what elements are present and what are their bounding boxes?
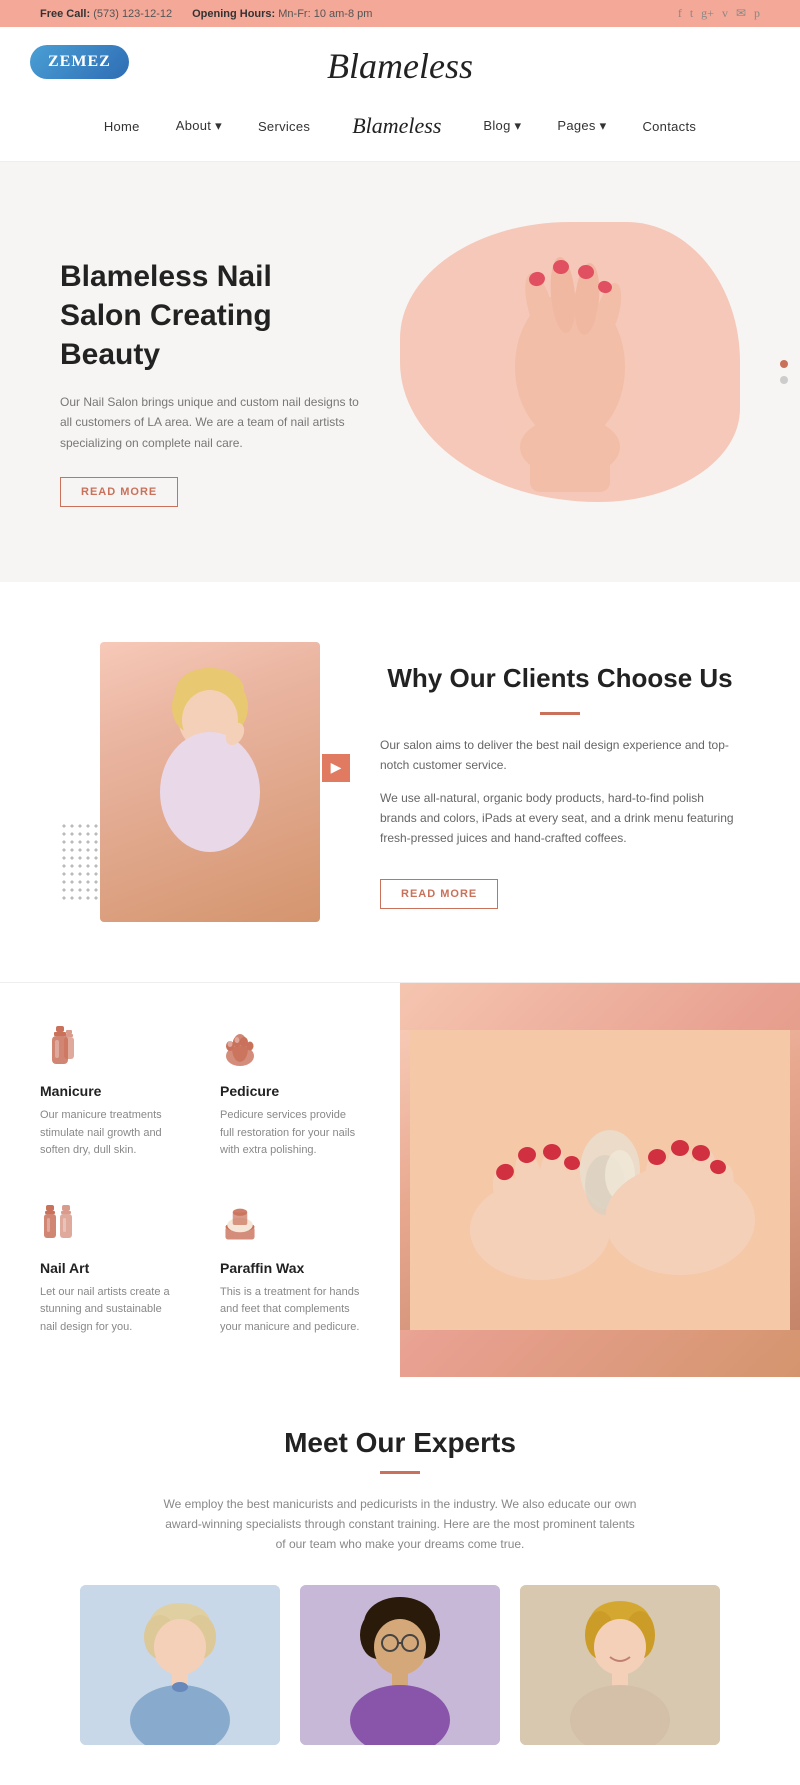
pinterest-icon[interactable]: p: [754, 6, 760, 21]
expert-avatar-3: [520, 1585, 720, 1745]
pedicure-title: Pedicure: [220, 1083, 360, 1099]
experts-title: Meet Our Experts: [60, 1427, 740, 1459]
hand-illustration: [430, 247, 710, 507]
slide-dot-1[interactable]: [780, 360, 788, 368]
service-pedicure: Pedicure Pedicure services provide full …: [210, 1013, 370, 1170]
why-text-block: Why Our Clients Choose Us Our salon aims…: [380, 642, 740, 909]
experts-grid: [60, 1585, 740, 1755]
top-bar-contact-info: Free Call: (573) 123-12-12 Opening Hours…: [40, 8, 372, 20]
envelope-icon[interactable]: ✉: [736, 6, 746, 21]
social-icons: f t g+ v ✉ p: [678, 6, 760, 21]
nail-art-icon: [40, 1200, 80, 1250]
manicure-icon: [40, 1023, 80, 1073]
facebook-icon[interactable]: f: [678, 6, 682, 21]
manicure-description: Our manicure treatments stimulate nail g…: [40, 1107, 180, 1160]
why-paragraph-1: Our salon aims to deliver the best nail …: [380, 735, 740, 776]
pedicure-description: Pedicure services provide full restorati…: [220, 1107, 360, 1160]
hero-description: Our Nail Salon brings unique and custom …: [60, 392, 360, 453]
nav-contacts[interactable]: Contacts: [624, 111, 714, 142]
paraffin-title: Paraffin Wax: [220, 1260, 360, 1276]
paraffin-description: This is a treatment for hands and feet t…: [220, 1284, 360, 1337]
expert-avatar-2: [300, 1585, 500, 1745]
nail-art-description: Let our nail artists create a stunning a…: [40, 1284, 180, 1337]
why-photo: [100, 642, 320, 922]
why-arrow-button[interactable]: ▶: [322, 754, 350, 782]
main-nav: Home About ▾ Services Blameless Blog ▾ P…: [0, 95, 800, 162]
expert-card-2: [300, 1585, 500, 1755]
why-person-image: [100, 642, 320, 922]
hero-section: Blameless Nail Salon Creating Beauty Our…: [0, 162, 800, 582]
why-image-block: ▶: [60, 642, 340, 922]
nav-services[interactable]: Services: [240, 111, 328, 142]
services-section: Manicure Our manicure treatments stimula…: [0, 982, 800, 1377]
why-divider: [540, 712, 580, 715]
service-manicure: Manicure Our manicure treatments stimula…: [30, 1013, 190, 1170]
experts-subtitle: We employ the best manicurists and pedic…: [160, 1494, 640, 1555]
hero-image-block: [360, 222, 740, 542]
hero-hand: [410, 232, 730, 522]
opening-hours-value: Mn-Fr: 10 am-8 pm: [278, 8, 372, 20]
service-nail-art: Nail Art Let our nail artists create a s…: [30, 1190, 190, 1347]
nav-logo[interactable]: Blameless: [328, 105, 465, 147]
hero-cta-button[interactable]: READ MORE: [60, 477, 178, 507]
top-bar: Free Call: (573) 123-12-12 Opening Hours…: [0, 0, 800, 27]
slide-dots: [780, 360, 788, 384]
google-plus-icon[interactable]: g+: [701, 6, 714, 21]
nav-blog[interactable]: Blog ▾: [465, 110, 539, 142]
pedicure-icon: [220, 1023, 260, 1073]
nav-about[interactable]: About ▾: [158, 110, 240, 142]
hero-title: Blameless Nail Salon Creating Beauty: [60, 257, 360, 374]
zemez-text: ZEMEZ: [48, 53, 111, 70]
free-call: Free Call: (573) 123-12-12: [40, 8, 172, 20]
vimeo-icon[interactable]: v: [722, 6, 728, 21]
services-grid: Manicure Our manicure treatments stimula…: [0, 983, 400, 1377]
service-paraffin: Paraffin Wax This is a treatment for han…: [210, 1190, 370, 1347]
manicure-title: Manicure: [40, 1083, 180, 1099]
slide-dot-2[interactable]: [780, 376, 788, 384]
nav-pages[interactable]: Pages ▾: [539, 110, 624, 142]
free-call-number: (573) 123-12-12: [93, 8, 172, 20]
opening-hours: Opening Hours: Mn-Fr: 10 am-8 pm: [192, 8, 372, 20]
twitter-icon[interactable]: t: [690, 6, 693, 21]
zemez-badge[interactable]: ZEMEZ: [30, 45, 129, 79]
nav-home[interactable]: Home: [86, 111, 158, 142]
services-photo-inner: [400, 1030, 800, 1330]
expert-card-3: [520, 1585, 720, 1755]
why-section: ▶ Why Our Clients Choose Us Our salon ai…: [0, 582, 800, 982]
expert-avatar-1: [80, 1585, 280, 1745]
header-logo-bar: ZEMEZ Blameless: [0, 27, 800, 95]
free-call-label: Free Call:: [40, 8, 90, 20]
hero-text-block: Blameless Nail Salon Creating Beauty Our…: [60, 257, 360, 507]
why-title: Why Our Clients Choose Us: [380, 662, 740, 696]
main-logo[interactable]: Blameless: [327, 45, 473, 87]
nail-art-title: Nail Art: [40, 1260, 180, 1276]
paraffin-icon: [220, 1200, 260, 1250]
experts-section: Meet Our Experts We employ the best mani…: [0, 1377, 800, 1785]
why-cta-button[interactable]: READ MORE: [380, 879, 498, 909]
services-photo: [400, 983, 800, 1377]
services-hand-illustration: [410, 1030, 790, 1330]
opening-hours-label: Opening Hours:: [192, 8, 275, 20]
why-paragraph-2: We use all-natural, organic body product…: [380, 788, 740, 849]
experts-divider: [380, 1471, 420, 1474]
expert-card-1: [80, 1585, 280, 1755]
person-silhouette: [140, 662, 280, 902]
